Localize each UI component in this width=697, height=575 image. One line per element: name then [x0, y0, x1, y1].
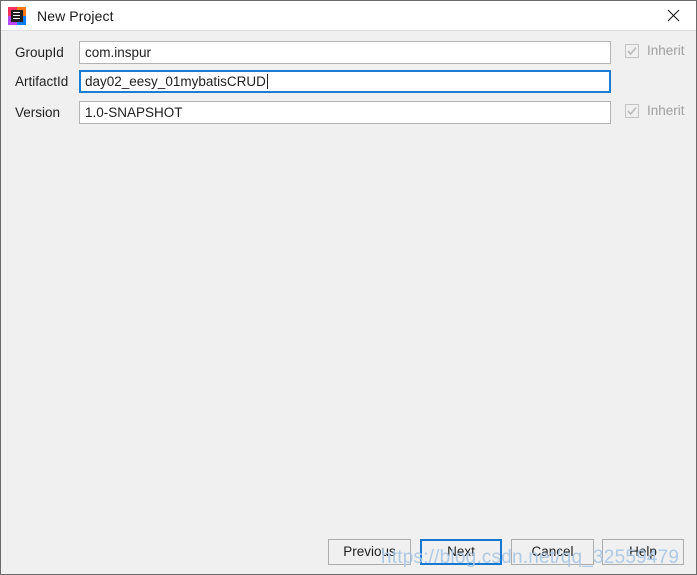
groupid-label: GroupId	[15, 45, 64, 60]
version-input[interactable]	[79, 101, 611, 124]
checkbox-checked-icon	[625, 104, 639, 118]
next-button[interactable]: Next	[420, 539, 502, 565]
window-title: New Project	[37, 7, 114, 24]
dialog-button-bar: Previous Next Cancel Help	[1, 539, 696, 565]
version-inherit-checkbox[interactable]: Inherit	[625, 104, 685, 118]
intellij-idea-icon	[8, 6, 26, 25]
previous-button[interactable]: Previous	[328, 539, 411, 565]
artifactid-input[interactable]	[79, 70, 611, 93]
version-inherit-label: Inherit	[647, 103, 685, 118]
checkbox-checked-icon	[625, 44, 639, 58]
form-row-artifactid: ArtifactId	[1, 70, 696, 94]
titlebar: New Project	[1, 1, 696, 31]
groupid-inherit-checkbox[interactable]: Inherit	[625, 44, 685, 58]
groupid-inherit-label: Inherit	[647, 43, 685, 58]
help-button[interactable]: Help	[602, 539, 684, 565]
artifactid-label: ArtifactId	[15, 74, 69, 89]
form-row-version: Version Inherit	[1, 101, 696, 125]
form-row-groupid: GroupId Inherit	[1, 41, 696, 65]
text-caret	[266, 74, 268, 89]
close-icon[interactable]	[650, 1, 696, 30]
new-project-dialog: New Project GroupId Inherit	[0, 0, 697, 575]
version-label: Version	[15, 105, 61, 120]
cancel-button[interactable]: Cancel	[511, 539, 594, 565]
groupid-input[interactable]	[79, 41, 611, 64]
dialog-content: GroupId Inherit ArtifactId Version	[1, 31, 696, 574]
